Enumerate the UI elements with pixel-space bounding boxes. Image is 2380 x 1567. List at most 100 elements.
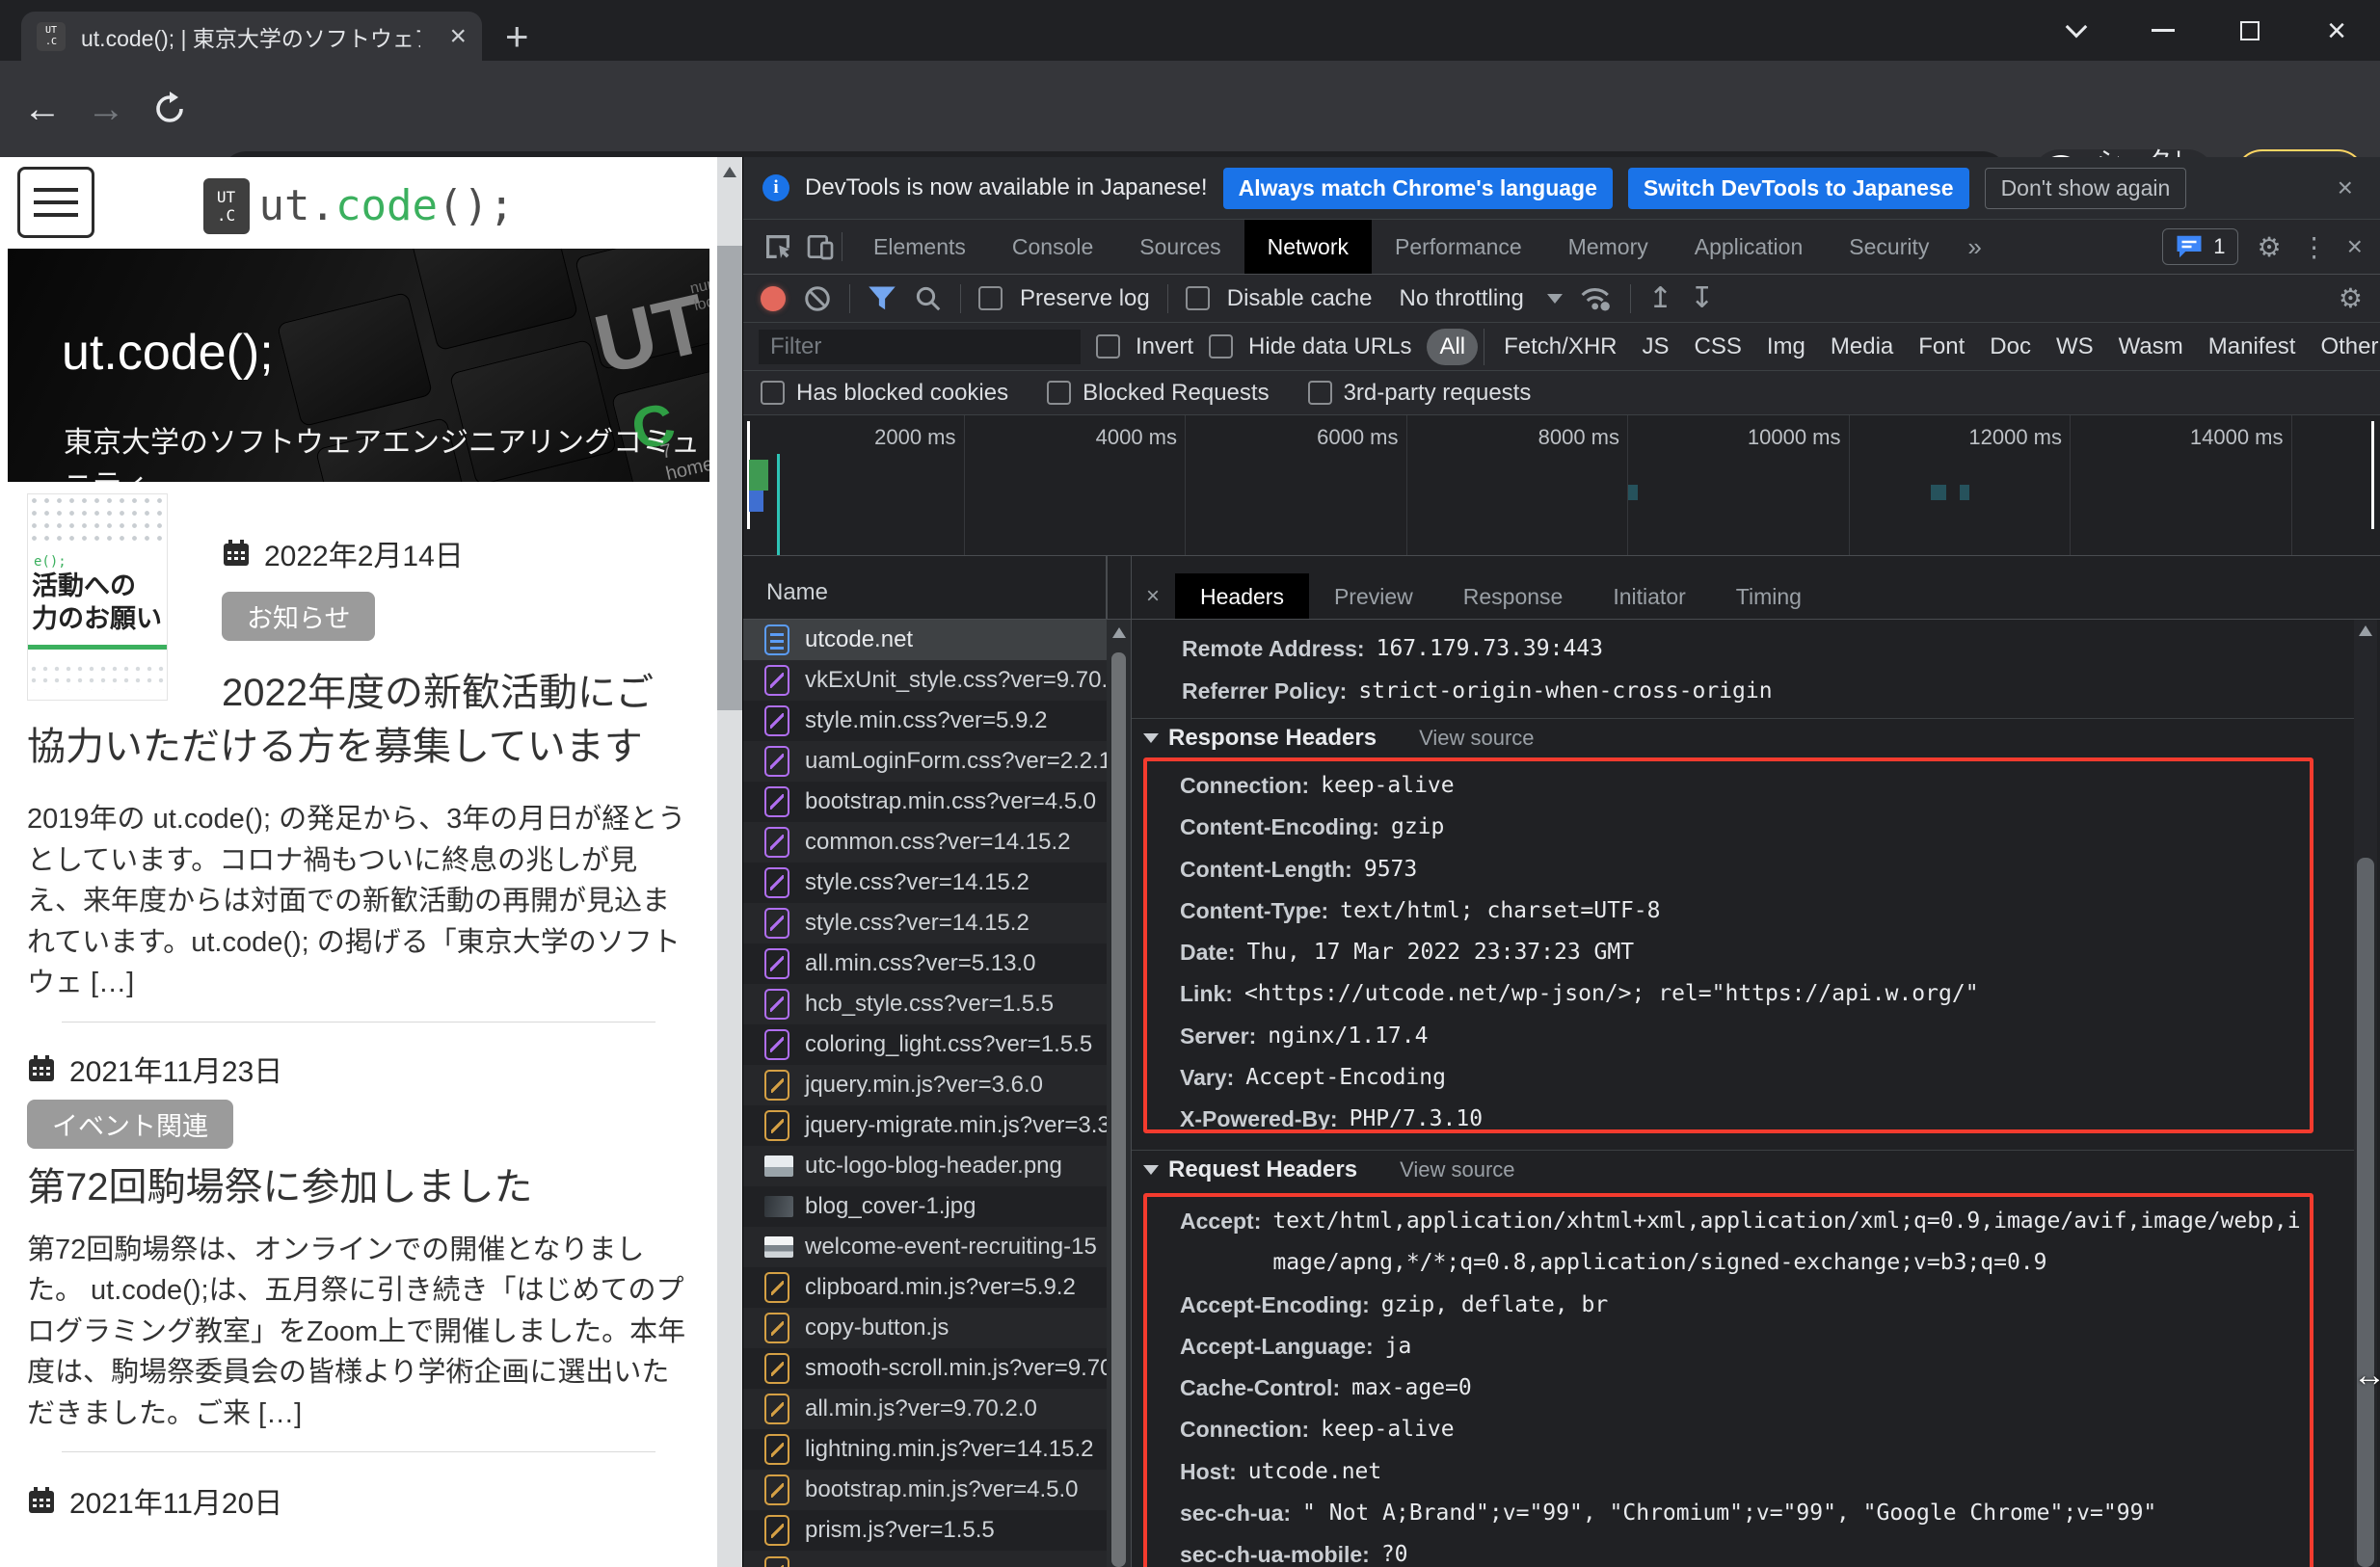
filter-funnel-icon[interactable]: [868, 285, 896, 312]
new-tab-button[interactable]: +: [505, 13, 529, 60]
request-type-chip[interactable]: Doc: [1977, 329, 2044, 365]
detail-tab[interactable]: Timing: [1711, 573, 1827, 620]
request-row[interactable]: [743, 1551, 1107, 1567]
devtools-tab[interactable]: Performance: [1372, 220, 1545, 274]
request-row[interactable]: style.min.css?ver=5.9.2: [743, 701, 1107, 741]
request-type-chip[interactable]: Img: [1754, 329, 1818, 365]
devtools-tab[interactable]: Elements: [850, 220, 989, 274]
request-type-chip[interactable]: Media: [1818, 329, 1906, 365]
request-row[interactable]: hcb_style.css?ver=1.5.5: [743, 984, 1107, 1024]
record-network-log-button[interactable]: [761, 286, 786, 311]
import-har-icon[interactable]: ↥: [1648, 281, 1672, 315]
detail-tab[interactable]: Initiator: [1588, 573, 1710, 620]
hide-data-urls-checkbox[interactable]: [1209, 334, 1233, 359]
request-row[interactable]: bootstrap.min.css?ver=4.5.0: [743, 782, 1107, 822]
more-tabs-button[interactable]: »: [1952, 232, 1996, 262]
request-type-chip[interactable]: WS: [2044, 329, 2106, 365]
request-type-chip[interactable]: Wasm: [2106, 329, 2196, 365]
search-icon[interactable]: [914, 284, 943, 313]
request-type-chip[interactable]: All: [1427, 329, 1478, 365]
view-source-link[interactable]: View source: [1400, 1157, 1514, 1182]
disable-cache-checkbox[interactable]: [1186, 286, 1210, 310]
request-row[interactable]: uamLoginForm.css?ver=2.2.16: [743, 741, 1107, 782]
name-column-header[interactable]: Name: [743, 556, 1107, 620]
request-row[interactable]: blog_cover-1.jpg: [743, 1186, 1107, 1227]
tab-close-icon[interactable]: ×: [449, 22, 467, 51]
request-list-scrollbar-thumb[interactable]: [1111, 652, 1126, 1567]
filter-checkbox[interactable]: [761, 381, 785, 405]
scroll-up-icon[interactable]: [2359, 625, 2372, 636]
collapse-triangle-icon[interactable]: [1143, 1165, 1159, 1175]
tab-search-button[interactable]: [2033, 0, 2120, 61]
dont-show-again-button[interactable]: Don't show again: [1985, 168, 2187, 209]
details-scrollbar-thumb[interactable]: [2357, 858, 2374, 1567]
article-title[interactable]: 第72回駒場祭に参加しました: [27, 1160, 690, 1214]
site-logo[interactable]: UT.C ut.code();: [203, 178, 515, 234]
issues-counter-button[interactable]: 1: [2162, 228, 2237, 265]
invert-checkbox[interactable]: [1096, 334, 1120, 359]
request-row[interactable]: vkExUnit_style.css?ver=9.70.2.: [743, 660, 1107, 701]
infobar-close-icon[interactable]: ×: [2338, 173, 2361, 203]
throttling-select[interactable]: No throttling: [1399, 285, 1523, 312]
request-row[interactable]: all.min.css?ver=5.13.0: [743, 943, 1107, 984]
category-badge[interactable]: お知らせ: [222, 592, 375, 641]
collapse-triangle-icon[interactable]: [1143, 733, 1159, 743]
switch-japanese-button[interactable]: Switch DevTools to Japanese: [1628, 168, 1969, 209]
detail-tab[interactable]: Headers: [1175, 573, 1309, 620]
clear-network-log-icon[interactable]: [803, 284, 832, 313]
request-row[interactable]: clipboard.min.js?ver=5.9.2: [743, 1267, 1107, 1308]
filter-checkbox[interactable]: [1047, 381, 1071, 405]
reload-button[interactable]: [141, 61, 199, 157]
request-list-scrollbar[interactable]: [1107, 620, 1131, 1567]
inspect-element-button[interactable]: [757, 227, 799, 266]
devtools-tab[interactable]: Sources: [1116, 220, 1243, 274]
request-row[interactable]: style.css?ver=14.15.2: [743, 903, 1107, 943]
response-headers-section[interactable]: Response Headers View source: [1132, 721, 2354, 756]
settings-gear-icon[interactable]: ⚙: [2258, 231, 2282, 263]
hamburger-menu-button[interactable]: [17, 167, 94, 238]
request-row[interactable]: bootstrap.min.js?ver=4.5.0: [743, 1470, 1107, 1510]
scroll-up-icon[interactable]: [1112, 627, 1126, 638]
detail-tab[interactable]: Response: [1438, 573, 1589, 620]
page-scrollbar-thumb[interactable]: [717, 246, 742, 710]
request-type-chip[interactable]: Font: [1906, 329, 1977, 365]
filter-checkbox[interactable]: [1308, 381, 1332, 405]
page-scrollbar[interactable]: [717, 157, 742, 1567]
request-row[interactable]: copy-button.js: [743, 1308, 1107, 1348]
devtools-menu-icon[interactable]: ⋮: [2301, 231, 2328, 263]
filter-input[interactable]: [759, 330, 1081, 364]
request-row[interactable]: all.min.js?ver=9.70.2.0: [743, 1389, 1107, 1429]
request-row[interactable]: lightning.min.js?ver=14.15.2: [743, 1429, 1107, 1470]
request-type-chip[interactable]: Manifest: [2196, 329, 2309, 365]
request-type-chip[interactable]: Fetch/XHR: [1484, 329, 1629, 365]
devtools-tab[interactable]: Network: [1244, 220, 1372, 274]
device-toolbar-button[interactable]: [799, 227, 842, 266]
view-source-link[interactable]: View source: [1419, 726, 1534, 751]
close-button[interactable]: ×: [2293, 0, 2380, 61]
request-row[interactable]: jquery.min.js?ver=3.6.0: [743, 1065, 1107, 1105]
detail-tab[interactable]: Preview: [1309, 573, 1438, 620]
devtools-tab[interactable]: Application: [1671, 220, 1827, 274]
devtools-tab[interactable]: Console: [989, 220, 1116, 274]
scroll-up-icon[interactable]: [723, 167, 736, 177]
devtools-tab[interactable]: Security: [1826, 220, 1952, 274]
request-row[interactable]: jquery-migrate.min.js?ver=3.3: [743, 1105, 1107, 1146]
export-har-icon[interactable]: ↧: [1690, 281, 1714, 315]
request-row[interactable]: common.css?ver=14.15.2: [743, 822, 1107, 863]
request-row[interactable]: smooth-scroll.min.js?ver=9.70: [743, 1348, 1107, 1389]
network-overview-timeline[interactable]: 2000 ms4000 ms6000 ms8000 ms10000 ms1200…: [743, 415, 2380, 556]
request-row[interactable]: welcome-event-recruiting-15: [743, 1227, 1107, 1267]
request-row[interactable]: utcode.net: [743, 620, 1107, 660]
request-row[interactable]: coloring_light.css?ver=1.5.5: [743, 1024, 1107, 1065]
request-row[interactable]: style.css?ver=14.15.2: [743, 863, 1107, 903]
request-type-chip[interactable]: JS: [1630, 329, 1682, 365]
timeline-right-handle[interactable]: [2371, 421, 2374, 529]
devtools-close-icon[interactable]: ×: [2347, 231, 2363, 262]
devtools-tab[interactable]: Memory: [1545, 220, 1671, 274]
category-badge[interactable]: イベント関連: [27, 1100, 233, 1149]
minimize-button[interactable]: [2120, 0, 2206, 61]
details-scrollbar[interactable]: [2354, 620, 2377, 1567]
close-details-icon[interactable]: ×: [1131, 583, 1175, 610]
maximize-button[interactable]: [2206, 0, 2293, 61]
request-row[interactable]: prism.js?ver=1.5.5: [743, 1510, 1107, 1551]
